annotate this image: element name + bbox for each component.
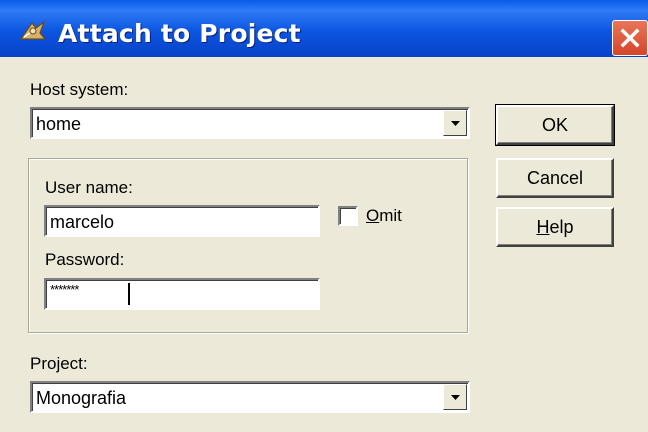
help-label-rest: elp	[549, 217, 574, 237]
wizard-app-icon	[19, 20, 47, 40]
omit-label-rest: mit	[379, 206, 402, 225]
host-system-combo[interactable]: home	[30, 107, 470, 139]
host-system-dropdown-button[interactable]	[443, 110, 467, 136]
attach-to-project-dialog: Attach to Project Host system: home User…	[0, 0, 648, 432]
password-label: Password:	[45, 250, 125, 269]
omit-mnemonic: O	[366, 206, 380, 225]
password-mask: *******	[50, 282, 79, 297]
host-system-label: Host system:	[30, 80, 129, 99]
omit-checkbox[interactable]	[338, 206, 358, 226]
cancel-button[interactable]: Cancel	[496, 158, 614, 198]
project-combo[interactable]: Monografia	[30, 381, 470, 413]
password-input[interactable]: *******	[44, 278, 320, 310]
text-caret	[128, 283, 130, 305]
dialog-title: Attach to Project	[58, 19, 301, 48]
user-name-value: marcelo	[50, 212, 115, 232]
omit-label[interactable]: Omit	[366, 206, 402, 226]
help-mnemonic: H	[536, 217, 550, 237]
close-icon	[620, 28, 640, 48]
chevron-down-icon	[451, 395, 460, 400]
project-label: Project:	[30, 354, 88, 373]
project-dropdown-button[interactable]	[443, 384, 467, 410]
ok-button[interactable]: OK	[495, 104, 615, 146]
chevron-down-icon	[451, 121, 460, 126]
close-button[interactable]	[612, 20, 648, 56]
host-system-value: home	[36, 114, 82, 134]
user-name-label: User name:	[45, 178, 133, 197]
user-name-input[interactable]: marcelo	[44, 205, 320, 237]
help-button[interactable]: Help	[496, 207, 614, 247]
project-value: Monografia	[36, 388, 127, 408]
title-bar[interactable]: Attach to Project	[0, 0, 648, 57]
